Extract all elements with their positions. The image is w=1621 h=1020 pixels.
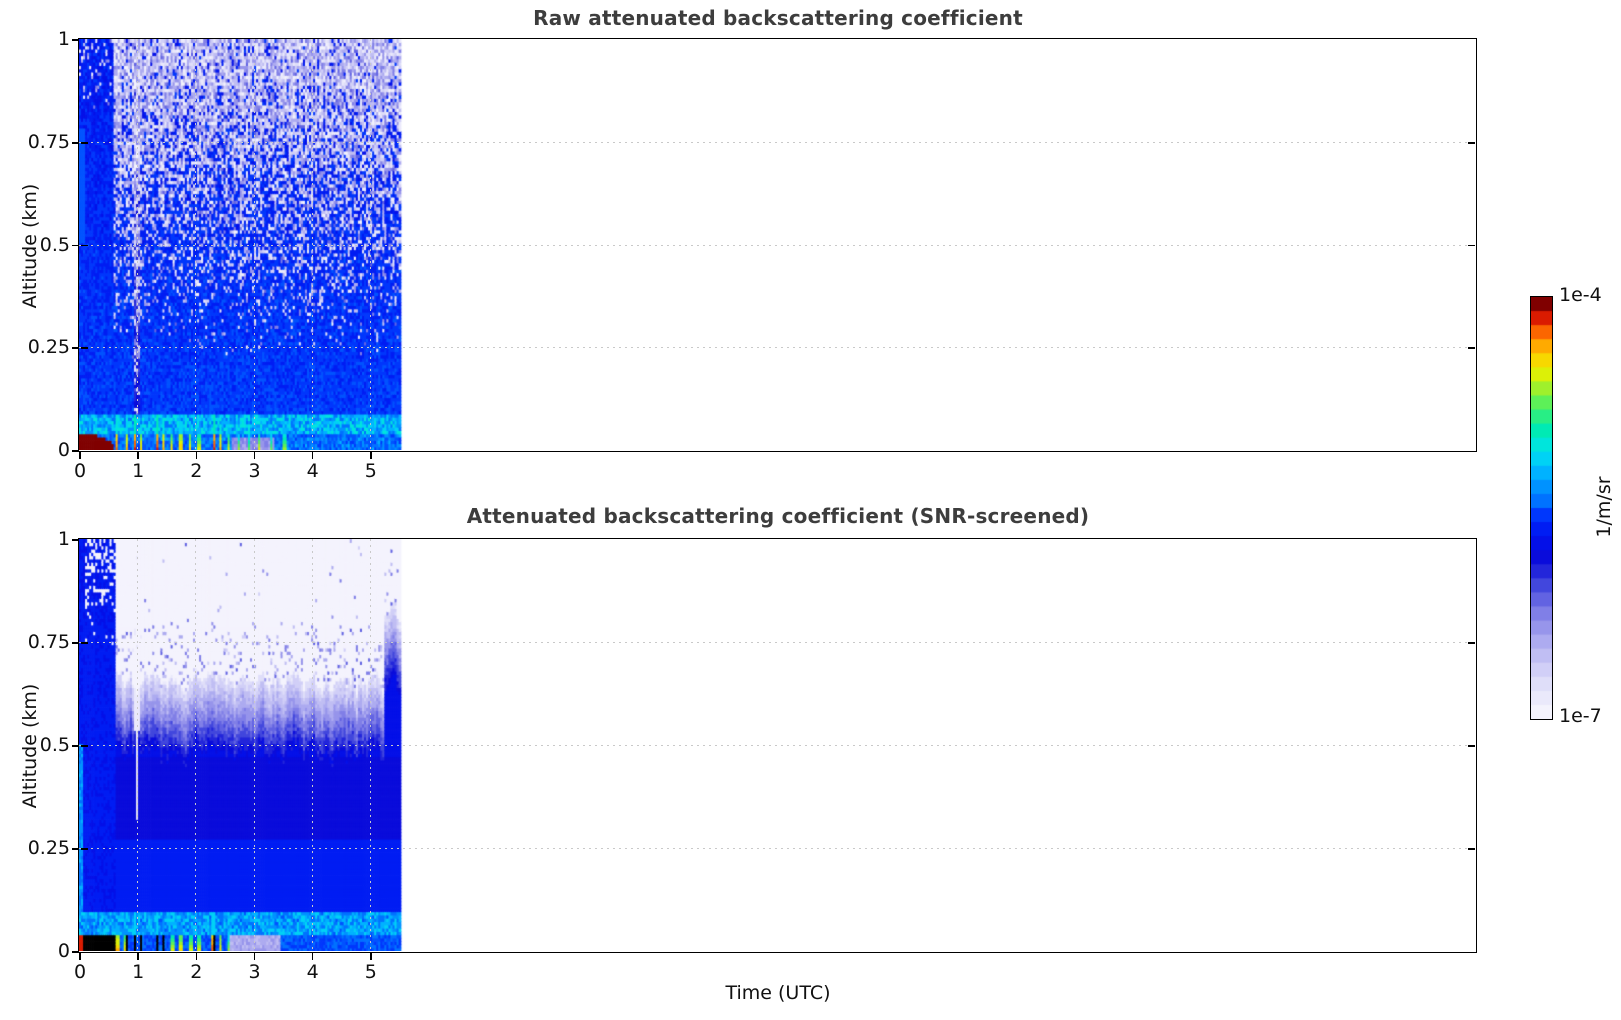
x-tick-mark [311, 953, 314, 960]
x-tick-mark [311, 452, 314, 459]
y-tick-label: 0.25 [27, 837, 70, 859]
y-tick-mark-inner [81, 745, 88, 747]
y-tick-mark [72, 244, 79, 247]
y-gridline [79, 141, 1476, 143]
y-tick-label: 0 [57, 940, 70, 962]
x-tick-label: 5 [364, 961, 377, 983]
y-tick-mark-right [1468, 244, 1475, 247]
figure: Raw attenuated backscattering coefficien… [0, 0, 1621, 1020]
colorbar-min-label: 1e-7 [1559, 705, 1602, 727]
x-tick-mark [79, 953, 81, 960]
x-tick-label: 3 [248, 460, 261, 482]
y-gridline [79, 244, 1476, 246]
y-tick-mark-right [1468, 347, 1475, 350]
y-tick-mark [72, 539, 79, 541]
y-tick-label: 0 [57, 439, 70, 461]
x-tick-label: 1 [132, 460, 145, 482]
x-tick-label: 0 [73, 460, 87, 482]
y-gridline [79, 347, 1476, 349]
screened-plot-title: Attenuated backscattering coefficient (S… [466, 504, 1090, 528]
y-tick-mark [72, 141, 79, 144]
x-tick-label: 3 [248, 961, 261, 983]
x-tick-label: 2 [190, 961, 203, 983]
raw-plot-title: Raw attenuated backscattering coefficien… [533, 6, 1023, 30]
x-tick-label: 5 [364, 460, 377, 482]
x-tick-mark [253, 452, 256, 459]
y-tick-mark [72, 642, 79, 644]
y-gridline [79, 745, 1476, 746]
y-tick-label: 0.75 [27, 130, 70, 153]
y-gridline [79, 848, 1476, 849]
x-tick-label: 4 [306, 460, 319, 482]
colorbar-gradient-canvas [1531, 297, 1552, 719]
y-tick-mark [72, 951, 79, 953]
y-tick-mark-right [1468, 848, 1475, 850]
x-tick-mark [137, 452, 139, 459]
y-tick-mark-inner [81, 848, 88, 850]
colorbar [1530, 296, 1553, 720]
x-tick-mark [370, 953, 372, 960]
y-tick-label: 1 [57, 28, 70, 50]
y-tick-mark-inner [81, 347, 88, 350]
y-tick-label: 1 [57, 528, 70, 550]
x-tick-label: 4 [306, 961, 319, 983]
x-axis-label: Time (UTC) [725, 982, 831, 1004]
x-tick-label: 2 [190, 460, 203, 482]
x-tick-mark [137, 953, 139, 960]
screened-heatmap-plot [78, 538, 1477, 953]
x-tick-mark [370, 452, 372, 459]
colorbar-unit-label: 1/m/sr [1593, 476, 1615, 538]
x-tick-mark [195, 452, 198, 459]
y-tick-mark [72, 848, 79, 850]
x-tick-mark [79, 452, 81, 459]
x-tick-mark [195, 953, 198, 960]
y-axis-label: Altitude (km) [19, 183, 41, 308]
y-tick-mark-inner [81, 244, 88, 247]
y-axis-label: Altitude (km) [19, 683, 41, 809]
x-tick-label: 0 [73, 961, 87, 983]
x-tick-label: 1 [132, 961, 145, 983]
y-tick-mark [72, 39, 79, 41]
y-tick-mark [72, 347, 79, 350]
y-tick-mark-inner [81, 141, 88, 144]
y-tick-mark-inner [81, 642, 88, 644]
y-tick-mark [72, 745, 79, 747]
x-tick-mark [253, 953, 256, 960]
y-gridline [79, 642, 1476, 643]
y-tick-mark-right [1468, 642, 1475, 644]
y-tick-label: 0.25 [27, 336, 70, 359]
y-tick-mark-right [1468, 141, 1475, 144]
y-tick-label: 0.75 [27, 631, 70, 653]
raw-heatmap-plot [78, 38, 1477, 452]
y-tick-mark-right [1468, 745, 1475, 747]
y-tick-mark [72, 450, 79, 452]
colorbar-max-label: 1e-4 [1559, 284, 1602, 306]
